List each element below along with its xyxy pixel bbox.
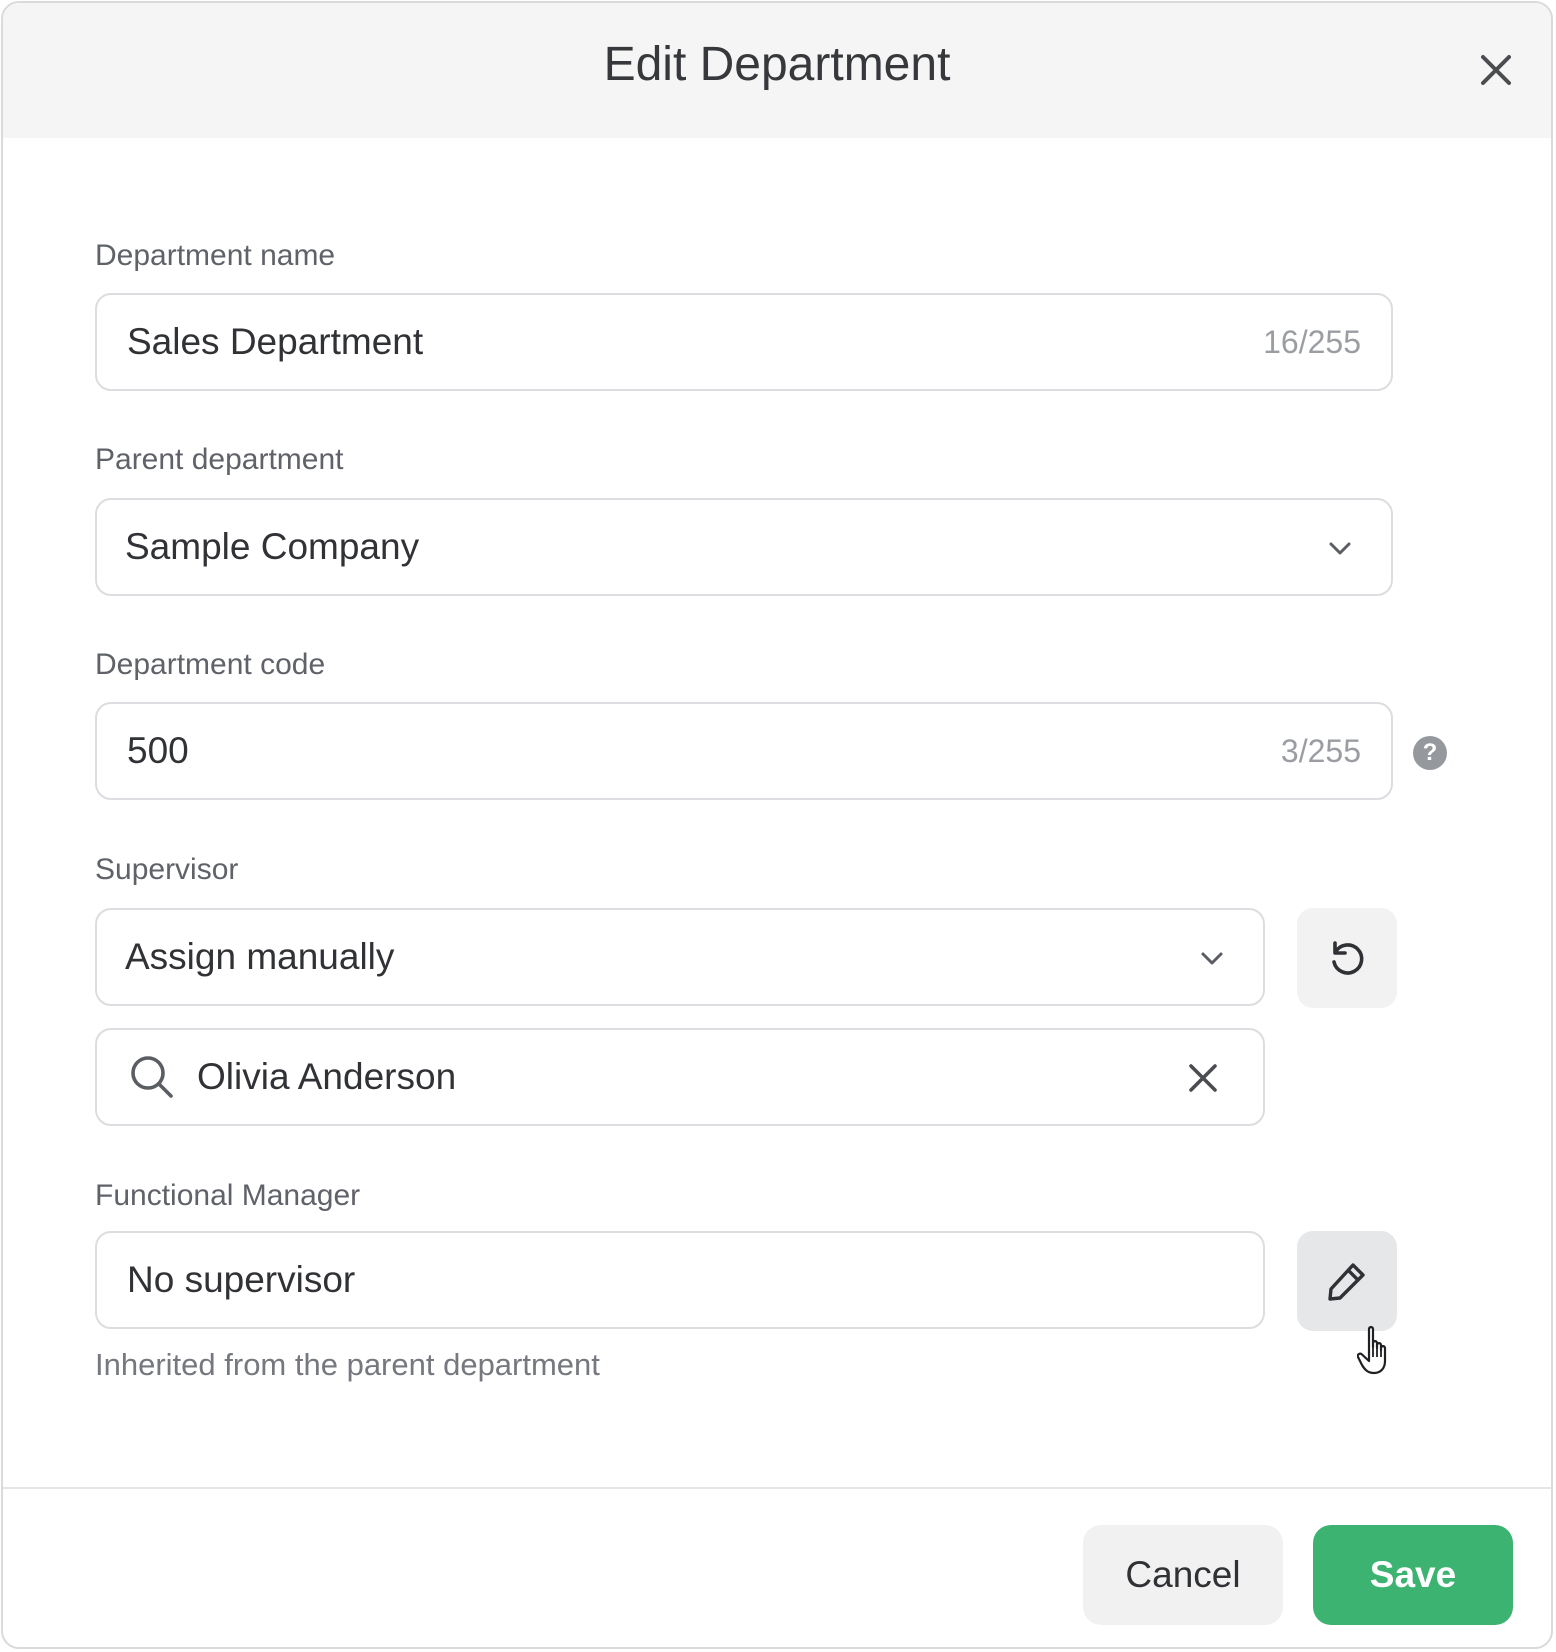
parent-department-value: Sample Company (125, 526, 420, 567)
department-name-value: Sales Department (127, 321, 424, 362)
pencil-icon (1328, 1263, 1365, 1301)
close-icon (1481, 55, 1511, 85)
parent-department-label: Parent department (95, 443, 344, 476)
department-code-value: 500 (127, 730, 189, 771)
department-name-label: Department name (95, 239, 336, 272)
help-icon[interactable]: ? (1413, 736, 1447, 770)
chevron-down-icon (1201, 952, 1223, 965)
functional-manager-field: No supervisor (95, 1231, 1265, 1329)
refresh-icon (1332, 941, 1364, 975)
clear-search-button[interactable] (1183, 1058, 1223, 1098)
close-button[interactable] (1463, 37, 1529, 103)
department-code-input[interactable]: 500 3/255 (95, 702, 1393, 800)
close-icon (1189, 1064, 1217, 1092)
department-code-counter: 3/255 (1280, 733, 1361, 769)
edit-department-dialog: Edit Department Department name Sales De… (1, 1, 1553, 1649)
supervisor-search-value: Olivia Anderson (197, 1056, 457, 1097)
hand-cursor-icon (1357, 1326, 1387, 1375)
supervisor-mode-value: Assign manually (125, 936, 395, 977)
functional-manager-label: Functional Manager (95, 1179, 361, 1212)
functional-manager-value: No supervisor (127, 1259, 356, 1300)
cancel-button[interactable]: Cancel (1083, 1525, 1283, 1625)
department-code-label: Department code (95, 648, 326, 681)
dialog-header: Edit Department (3, 3, 1551, 138)
reset-supervisor-button[interactable] (1297, 908, 1397, 1008)
supervisor-label: Supervisor (95, 853, 239, 886)
supervisor-mode-select[interactable]: Assign manually (95, 908, 1265, 1006)
edit-functional-manager-button[interactable] (1297, 1231, 1397, 1331)
chevron-down-icon (1329, 542, 1351, 555)
department-name-input[interactable]: Sales Department 16/255 (95, 293, 1393, 391)
parent-department-select[interactable]: Sample Company (95, 498, 1393, 596)
supervisor-search-input[interactable]: Olivia Anderson (95, 1028, 1265, 1126)
department-name-counter: 16/255 (1263, 324, 1361, 360)
dialog-title: Edit Department (603, 38, 951, 91)
functional-manager-hint: Inherited from the parent department (95, 1347, 600, 1382)
footer-divider (3, 1487, 1551, 1489)
search-icon (131, 1056, 173, 1098)
save-button[interactable]: Save (1313, 1525, 1513, 1625)
